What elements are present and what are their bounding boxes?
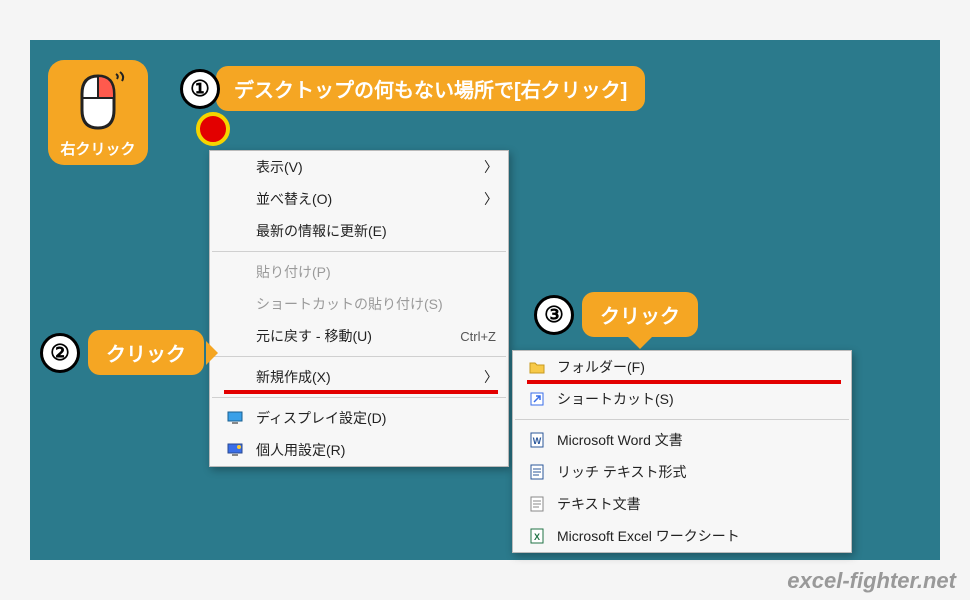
menu-separator bbox=[212, 356, 506, 357]
text-file-icon bbox=[527, 496, 547, 512]
word-icon: W bbox=[527, 432, 547, 448]
blank-icon bbox=[224, 264, 246, 280]
menu-item-sort[interactable]: 並べ替え(O) 〉 bbox=[210, 183, 508, 215]
menu-item-label: フォルダー(F) bbox=[557, 357, 839, 377]
menu-item-folder[interactable]: フォルダー(F) bbox=[513, 351, 851, 383]
menu-item-label: 新規作成(X) bbox=[256, 367, 484, 387]
menu-item-label: 個人用設定(R) bbox=[256, 440, 496, 460]
menu-item-paste: 貼り付け(P) bbox=[210, 256, 508, 288]
menu-item-label: 元に戻す - 移動(U) bbox=[256, 326, 460, 346]
annotation-1-number: ① bbox=[180, 69, 220, 109]
menu-item-personalize[interactable]: 個人用設定(R) bbox=[210, 434, 508, 466]
annotation-3-number: ③ bbox=[534, 295, 574, 335]
menu-item-rtf[interactable]: リッチ テキスト形式 bbox=[513, 456, 851, 488]
menu-item-label: リッチ テキスト形式 bbox=[557, 462, 839, 482]
menu-item-word[interactable]: W Microsoft Word 文書 bbox=[513, 424, 851, 456]
menu-item-label: ショートカットの貼り付け(S) bbox=[256, 294, 496, 314]
watermark: excel-fighter.net bbox=[787, 568, 956, 594]
menu-item-shortcut: Ctrl+Z bbox=[460, 329, 496, 344]
chevron-right-icon: 〉 bbox=[484, 157, 496, 177]
desktop-context-menu: 表示(V) 〉 並べ替え(O) 〉 最新の情報に更新(E) 貼り付け(P) ショ… bbox=[209, 150, 509, 467]
highlight-underline bbox=[224, 390, 498, 394]
annotation-2-text: クリック bbox=[88, 330, 204, 375]
blank-icon bbox=[224, 296, 246, 312]
annotation-3-text: クリック bbox=[582, 292, 698, 337]
menu-item-label: テキスト文書 bbox=[557, 494, 839, 514]
annotation-1-text: デスクトップの何もない場所で[右クリック] bbox=[216, 66, 645, 111]
blank-icon bbox=[224, 328, 246, 344]
blank-icon bbox=[224, 159, 246, 175]
rtf-icon bbox=[527, 464, 547, 480]
menu-item-text[interactable]: テキスト文書 bbox=[513, 488, 851, 520]
blank-icon bbox=[224, 223, 246, 239]
blank-icon bbox=[224, 369, 246, 385]
menu-item-view[interactable]: 表示(V) 〉 bbox=[210, 151, 508, 183]
right-click-target-marker bbox=[196, 112, 230, 146]
menu-separator bbox=[515, 419, 849, 420]
menu-item-paste-shortcut: ショートカットの貼り付け(S) bbox=[210, 288, 508, 320]
menu-item-label: ディスプレイ設定(D) bbox=[256, 408, 496, 428]
menu-item-label: Microsoft Word 文書 bbox=[557, 430, 839, 450]
new-submenu: フォルダー(F) ショートカット(S) W Microsoft Word 文書 … bbox=[512, 350, 852, 553]
annotation-2-number: ② bbox=[40, 333, 80, 373]
menu-item-label: ショートカット(S) bbox=[557, 389, 839, 409]
annotation-1: ① デスクトップの何もない場所で[右クリック] bbox=[180, 66, 645, 111]
mouse-badge: 右クリック bbox=[48, 60, 148, 165]
menu-item-label: 表示(V) bbox=[256, 157, 484, 177]
shortcut-icon bbox=[527, 391, 547, 407]
menu-separator bbox=[212, 397, 506, 398]
menu-item-undo[interactable]: 元に戻す - 移動(U) Ctrl+Z bbox=[210, 320, 508, 352]
folder-icon bbox=[527, 359, 547, 375]
annotation-3: ③ クリック bbox=[534, 292, 698, 337]
menu-item-excel[interactable]: X Microsoft Excel ワークシート bbox=[513, 520, 851, 552]
excel-icon: X bbox=[527, 528, 547, 544]
chevron-right-icon: 〉 bbox=[484, 367, 496, 387]
menu-item-label: Microsoft Excel ワークシート bbox=[557, 526, 839, 546]
menu-item-shortcut[interactable]: ショートカット(S) bbox=[513, 383, 851, 415]
personalize-icon bbox=[224, 442, 246, 458]
svg-text:W: W bbox=[533, 436, 542, 446]
mouse-badge-label: 右クリック bbox=[60, 138, 135, 159]
menu-separator bbox=[212, 251, 506, 252]
chevron-right-icon: 〉 bbox=[484, 189, 496, 209]
menu-item-label: 並べ替え(O) bbox=[256, 189, 484, 209]
menu-item-refresh[interactable]: 最新の情報に更新(E) bbox=[210, 215, 508, 247]
svg-text:X: X bbox=[534, 532, 540, 542]
monitor-icon bbox=[224, 410, 246, 426]
mouse-icon bbox=[70, 70, 126, 134]
menu-item-new[interactable]: 新規作成(X) 〉 bbox=[210, 361, 508, 393]
annotation-2: ② クリック bbox=[40, 330, 222, 375]
menu-item-display-settings[interactable]: ディスプレイ設定(D) bbox=[210, 402, 508, 434]
blank-icon bbox=[224, 191, 246, 207]
menu-item-label: 貼り付け(P) bbox=[256, 262, 496, 282]
menu-item-label: 最新の情報に更新(E) bbox=[256, 221, 496, 241]
